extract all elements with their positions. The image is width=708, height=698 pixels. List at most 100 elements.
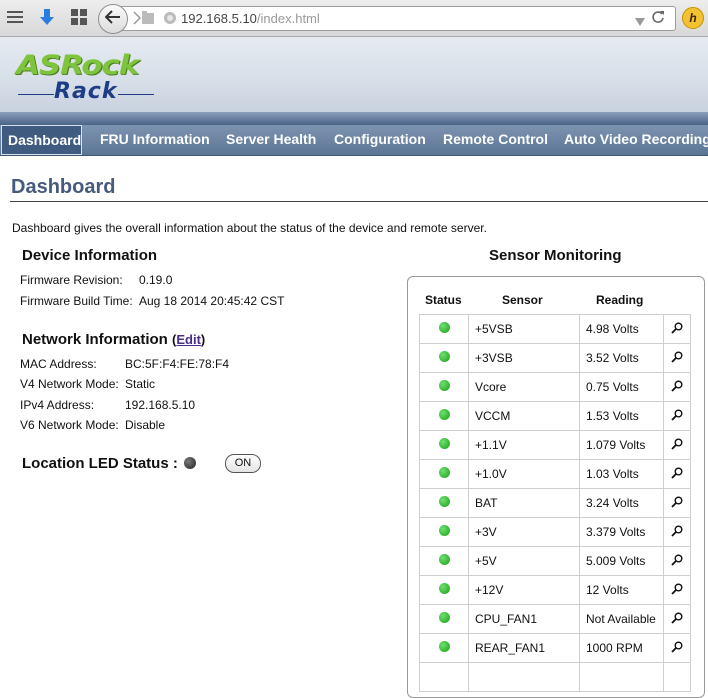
col-status-header: Status <box>425 293 462 307</box>
magnifier-icon[interactable] <box>671 438 683 453</box>
led-on-button[interactable]: ON <box>225 454 261 473</box>
mac-address-value: BC:5F:F4:FE:78:F4 <box>125 357 230 371</box>
magnifier-icon[interactable] <box>671 641 683 656</box>
forward-icon[interactable] <box>133 11 142 30</box>
page-title: Dashboard <box>11 176 116 198</box>
download-icon[interactable] <box>38 8 56 26</box>
status-ok-icon <box>438 322 450 333</box>
v4-mode-label: V4 Network Mode: <box>20 377 119 391</box>
title-divider <box>10 201 708 202</box>
header-band <box>0 112 708 125</box>
sensor-reading: 3.379 Volts <box>579 517 664 547</box>
bookmarks-icon[interactable] <box>6 8 24 26</box>
sensor-monitoring-heading: Sensor Monitoring <box>489 247 622 264</box>
reader-icon[interactable] <box>141 10 155 30</box>
sensor-detail-cell[interactable] <box>663 546 691 576</box>
sensor-detail-cell[interactable] <box>663 372 691 402</box>
sensor-reading: 5.009 Volts <box>579 546 664 576</box>
status-ok-icon <box>438 409 450 420</box>
magnifier-icon[interactable] <box>671 583 683 598</box>
sensor-name: +3VSB <box>468 343 580 373</box>
sensor-reading: 1000 RPM <box>579 633 664 663</box>
network-info-heading: Network Information (Edit) <box>22 331 206 348</box>
url-text[interactable]: 192.168.5.10/index.html <box>181 11 320 26</box>
device-info-heading: Device Information <box>22 247 158 264</box>
sensor-detail-cell[interactable] <box>663 314 691 344</box>
sensor-detail-cell[interactable] <box>663 604 691 634</box>
nav-remote-control[interactable]: Remote Control <box>443 125 548 155</box>
sensor-reading: 3.24 Volts <box>579 488 664 518</box>
sensor-detail-cell[interactable] <box>663 401 691 431</box>
nav-configuration[interactable]: Configuration <box>334 125 426 155</box>
sensor-status-cell <box>419 372 469 402</box>
status-ok-icon <box>438 641 450 652</box>
v4-mode-value: Static <box>125 377 156 391</box>
status-ok-icon <box>438 612 450 623</box>
sensor-reading: 0.75 Volts <box>579 372 664 402</box>
sensor-name: REAR_FAN1 <box>468 633 580 663</box>
magnifier-icon[interactable] <box>671 612 683 627</box>
sensor-name: BAT <box>468 488 580 518</box>
sensor-status-cell <box>419 459 469 489</box>
extension-h-button[interactable]: h <box>682 7 704 29</box>
reload-icon[interactable] <box>651 10 665 29</box>
brand-header: ASRock Rack <box>0 37 708 112</box>
sensor-name: CPU_FAN1 <box>468 604 580 634</box>
browser-toolbar: 192.168.5.10/index.html h <box>0 0 708 37</box>
sensor-reading: Not Available <box>579 604 664 634</box>
sensor-name: +12V <box>468 575 580 605</box>
magnifier-icon[interactable] <box>671 380 683 395</box>
edit-network-link[interactable]: Edit <box>176 332 201 347</box>
ipv4-address-value: 192.168.5.10 <box>125 398 196 412</box>
sensor-row: +3VSB 3.52 Volts <box>419 343 691 373</box>
sensor-name: +1.1V <box>468 430 580 460</box>
sensor-detail-cell[interactable] <box>663 633 691 663</box>
tabs-grid-icon[interactable] <box>70 8 88 26</box>
sensor-name: +3V <box>468 517 580 547</box>
sensor-name: +5V <box>468 546 580 576</box>
magnifier-icon[interactable] <box>671 322 683 337</box>
back-button[interactable] <box>98 4 128 34</box>
sensor-status-cell <box>419 343 469 373</box>
sensor-detail-cell[interactable] <box>663 662 691 692</box>
sensor-row <box>419 662 691 692</box>
sensor-row: +1.0V 1.03 Volts <box>419 459 691 489</box>
sensor-reading: 4.98 Volts <box>579 314 664 344</box>
v6-mode-label: V6 Network Mode: <box>20 418 119 432</box>
magnifier-icon[interactable] <box>671 525 683 540</box>
sensor-status-cell <box>419 430 469 460</box>
build-time-value: Aug 18 2014 20:45:42 CST <box>139 294 285 308</box>
mac-address-label: MAC Address: <box>20 357 97 371</box>
sensor-row: +5V 5.009 Volts <box>419 546 691 576</box>
status-ok-icon <box>438 525 450 536</box>
sensor-name <box>468 662 580 692</box>
sensor-name: +5VSB <box>468 314 580 344</box>
magnifier-icon[interactable] <box>671 554 683 569</box>
nav-fru-information[interactable]: FRU Information <box>100 125 210 155</box>
sensor-reading: 12 Volts <box>579 575 664 605</box>
magnifier-icon[interactable] <box>671 467 683 482</box>
status-ok-icon <box>438 496 450 507</box>
sensor-detail-cell[interactable] <box>663 517 691 547</box>
sensor-detail-cell[interactable] <box>663 575 691 605</box>
nav-auto-video-recording[interactable]: Auto Video Recording <box>564 125 708 155</box>
magnifier-icon[interactable] <box>671 496 683 511</box>
status-ok-icon <box>438 583 450 594</box>
magnifier-icon[interactable] <box>671 351 683 366</box>
sensor-detail-cell[interactable] <box>663 459 691 489</box>
status-ok-icon <box>438 554 450 565</box>
nav-dashboard[interactable]: Dashboard <box>1 125 82 155</box>
sensor-row: Vcore 0.75 Volts <box>419 372 691 402</box>
sensor-detail-cell[interactable] <box>663 488 691 518</box>
sensor-detail-cell[interactable] <box>663 343 691 373</box>
sensor-row: +5VSB 4.98 Volts <box>419 314 691 344</box>
sensor-status-cell <box>419 401 469 431</box>
address-bar[interactable]: 192.168.5.10/index.html <box>118 6 676 31</box>
nav-server-health[interactable]: Server Health <box>226 125 316 155</box>
globe-icon <box>163 11 177 30</box>
build-time-label: Firmware Build Time: <box>20 294 133 308</box>
magnifier-icon[interactable] <box>671 409 683 424</box>
status-ok-icon <box>438 351 450 362</box>
dropdown-arrow-icon[interactable] <box>635 13 645 31</box>
sensor-detail-cell[interactable] <box>663 430 691 460</box>
